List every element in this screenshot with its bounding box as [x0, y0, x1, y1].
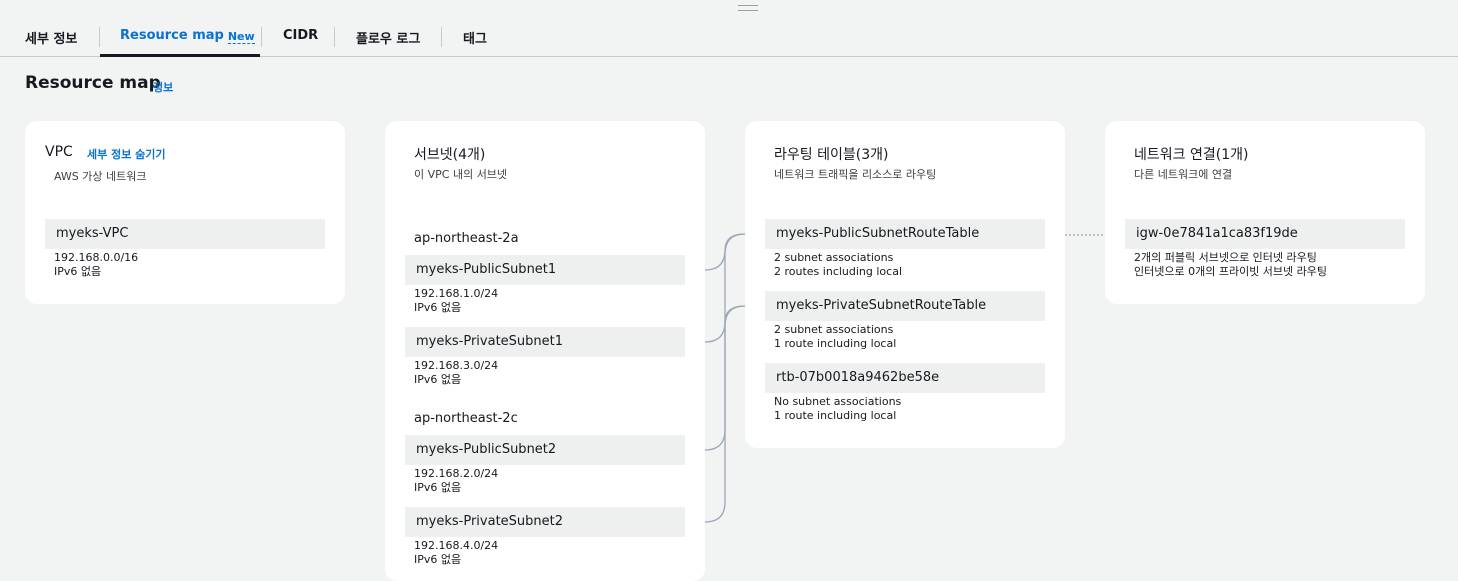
subnets-card: 서브넷(4개) 이 VPC 내의 서브넷 ap-northeast-2a mye… [385, 121, 705, 581]
route-table-associations: 2 subnet associations [774, 323, 894, 336]
route-table-associations: 2 subnet associations [774, 251, 894, 264]
subnet-item[interactable]: myeks-PrivateSubnet2 [405, 507, 685, 537]
route-table-associations: No subnet associations [774, 395, 902, 408]
subnet-ipv6: IPv6 없음 [414, 373, 462, 386]
route-table-routes: 2 routes including local [774, 265, 903, 278]
network-connections-card: 네트워크 연결(1개) 다른 네트워크에 연결 igw-0e7841a1ca83… [1105, 121, 1425, 304]
internet-gateway-item[interactable]: igw-0e7841a1ca83f19de [1125, 219, 1405, 249]
subnets-card-title: 서브넷(4개) [414, 147, 486, 163]
subnet-cidr: 192.168.1.0/24 [414, 287, 499, 300]
route-table-item[interactable]: rtb-07b0018a9462be58e [765, 363, 1045, 393]
route-tables-card: 라우팅 테이블(3개) 네트워크 트래픽을 리소스로 라우팅 myeks-Pub… [745, 121, 1065, 448]
vpc-cidr: 192.168.0.0/16 [54, 251, 139, 264]
hide-details-link[interactable]: 세부 정보 숨기기 [87, 146, 166, 162]
availability-zone-label: ap-northeast-2c [414, 411, 518, 426]
igw-public-route-info: 2개의 퍼블릭 서브넷으로 인터넷 라우팅 [1134, 251, 1317, 264]
subnets-card-subtitle: 이 VPC 내의 서브넷 [414, 168, 508, 181]
route-table-item[interactable]: myeks-PrivateSubnetRouteTable [765, 291, 1045, 321]
subnet-ipv6: IPv6 없음 [414, 301, 462, 314]
route-tables-card-subtitle: 네트워크 트래픽을 리소스로 라우팅 [774, 168, 937, 181]
subnet-ipv6: IPv6 없음 [414, 553, 462, 566]
subnet-item[interactable]: myeks-PublicSubnet2 [405, 435, 685, 465]
vpc-card: VPC 세부 정보 숨기기 AWS 가상 네트워크 myeks-VPC 192.… [25, 121, 345, 304]
route-table-routes: 1 route including local [774, 409, 897, 422]
vpc-item[interactable]: myeks-VPC [45, 219, 325, 249]
network-card-title: 네트워크 연결(1개) [1134, 147, 1249, 163]
availability-zone-label: ap-northeast-2a [414, 231, 519, 246]
route-table-routes: 1 route including local [774, 337, 897, 350]
vpc-card-subtitle: AWS 가상 네트워크 [54, 170, 147, 183]
subnet-item[interactable]: myeks-PrivateSubnet1 [405, 327, 685, 357]
route-tables-card-title: 라우팅 테이블(3개) [774, 147, 889, 163]
subnet-cidr: 192.168.3.0/24 [414, 359, 499, 372]
vpc-card-title: VPC [45, 144, 73, 160]
vpc-ipv6: IPv6 없음 [54, 265, 102, 278]
network-card-subtitle: 다른 네트워크에 연결 [1134, 168, 1233, 181]
subnet-item[interactable]: myeks-PublicSubnet1 [405, 255, 685, 285]
route-table-item[interactable]: myeks-PublicSubnetRouteTable [765, 219, 1045, 249]
subnet-cidr: 192.168.4.0/24 [414, 539, 499, 552]
subnet-cidr: 192.168.2.0/24 [414, 467, 499, 480]
subnet-ipv6: IPv6 없음 [414, 481, 462, 494]
igw-private-route-info: 인터넷으로 0개의 프라이빗 서브넷 라우팅 [1134, 265, 1328, 278]
